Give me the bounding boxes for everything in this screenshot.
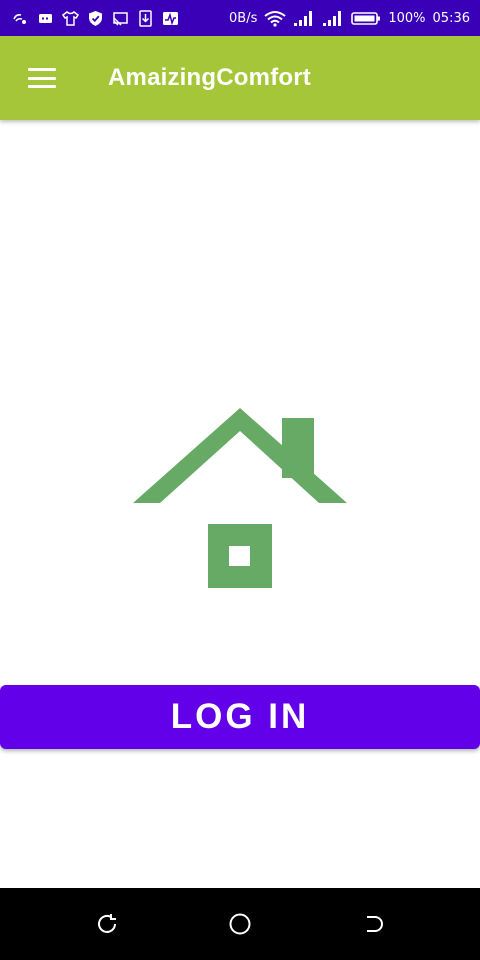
net-speed: 0B/s bbox=[229, 10, 258, 26]
tshirt-icon bbox=[62, 10, 79, 27]
activity-icon bbox=[162, 10, 179, 27]
cast-icon bbox=[112, 10, 129, 27]
navigation-bar bbox=[0, 888, 480, 960]
signal-icon bbox=[293, 10, 315, 27]
house-icon bbox=[133, 406, 347, 590]
home-circle-icon[interactable] bbox=[228, 912, 252, 936]
back-icon[interactable] bbox=[362, 912, 386, 936]
menu-button[interactable] bbox=[26, 66, 58, 90]
signal-icon-2 bbox=[322, 10, 344, 27]
clock: 05:36 bbox=[432, 10, 470, 26]
recent-apps-icon[interactable] bbox=[95, 912, 119, 936]
status-right: 0B/s 100% 05:36 bbox=[229, 10, 470, 27]
download-icon bbox=[137, 9, 154, 27]
status-bar: 0B/s 100% 05:36 bbox=[0, 0, 480, 36]
shield-icon bbox=[87, 10, 104, 27]
battery-percent: 100% bbox=[388, 10, 426, 26]
wifi-icon bbox=[264, 10, 286, 27]
app-title: AmaizingComfort bbox=[108, 64, 311, 91]
chat-bubble-icon bbox=[37, 10, 54, 27]
battery-icon bbox=[351, 10, 381, 27]
app-bar: AmaizingComfort bbox=[0, 36, 480, 120]
menu-line bbox=[28, 76, 56, 80]
login-button[interactable]: LOG IN bbox=[0, 685, 480, 749]
wifi-calling-icon bbox=[12, 10, 29, 27]
status-left-icons bbox=[12, 9, 179, 27]
menu-line bbox=[28, 68, 56, 71]
menu-line bbox=[28, 85, 56, 88]
